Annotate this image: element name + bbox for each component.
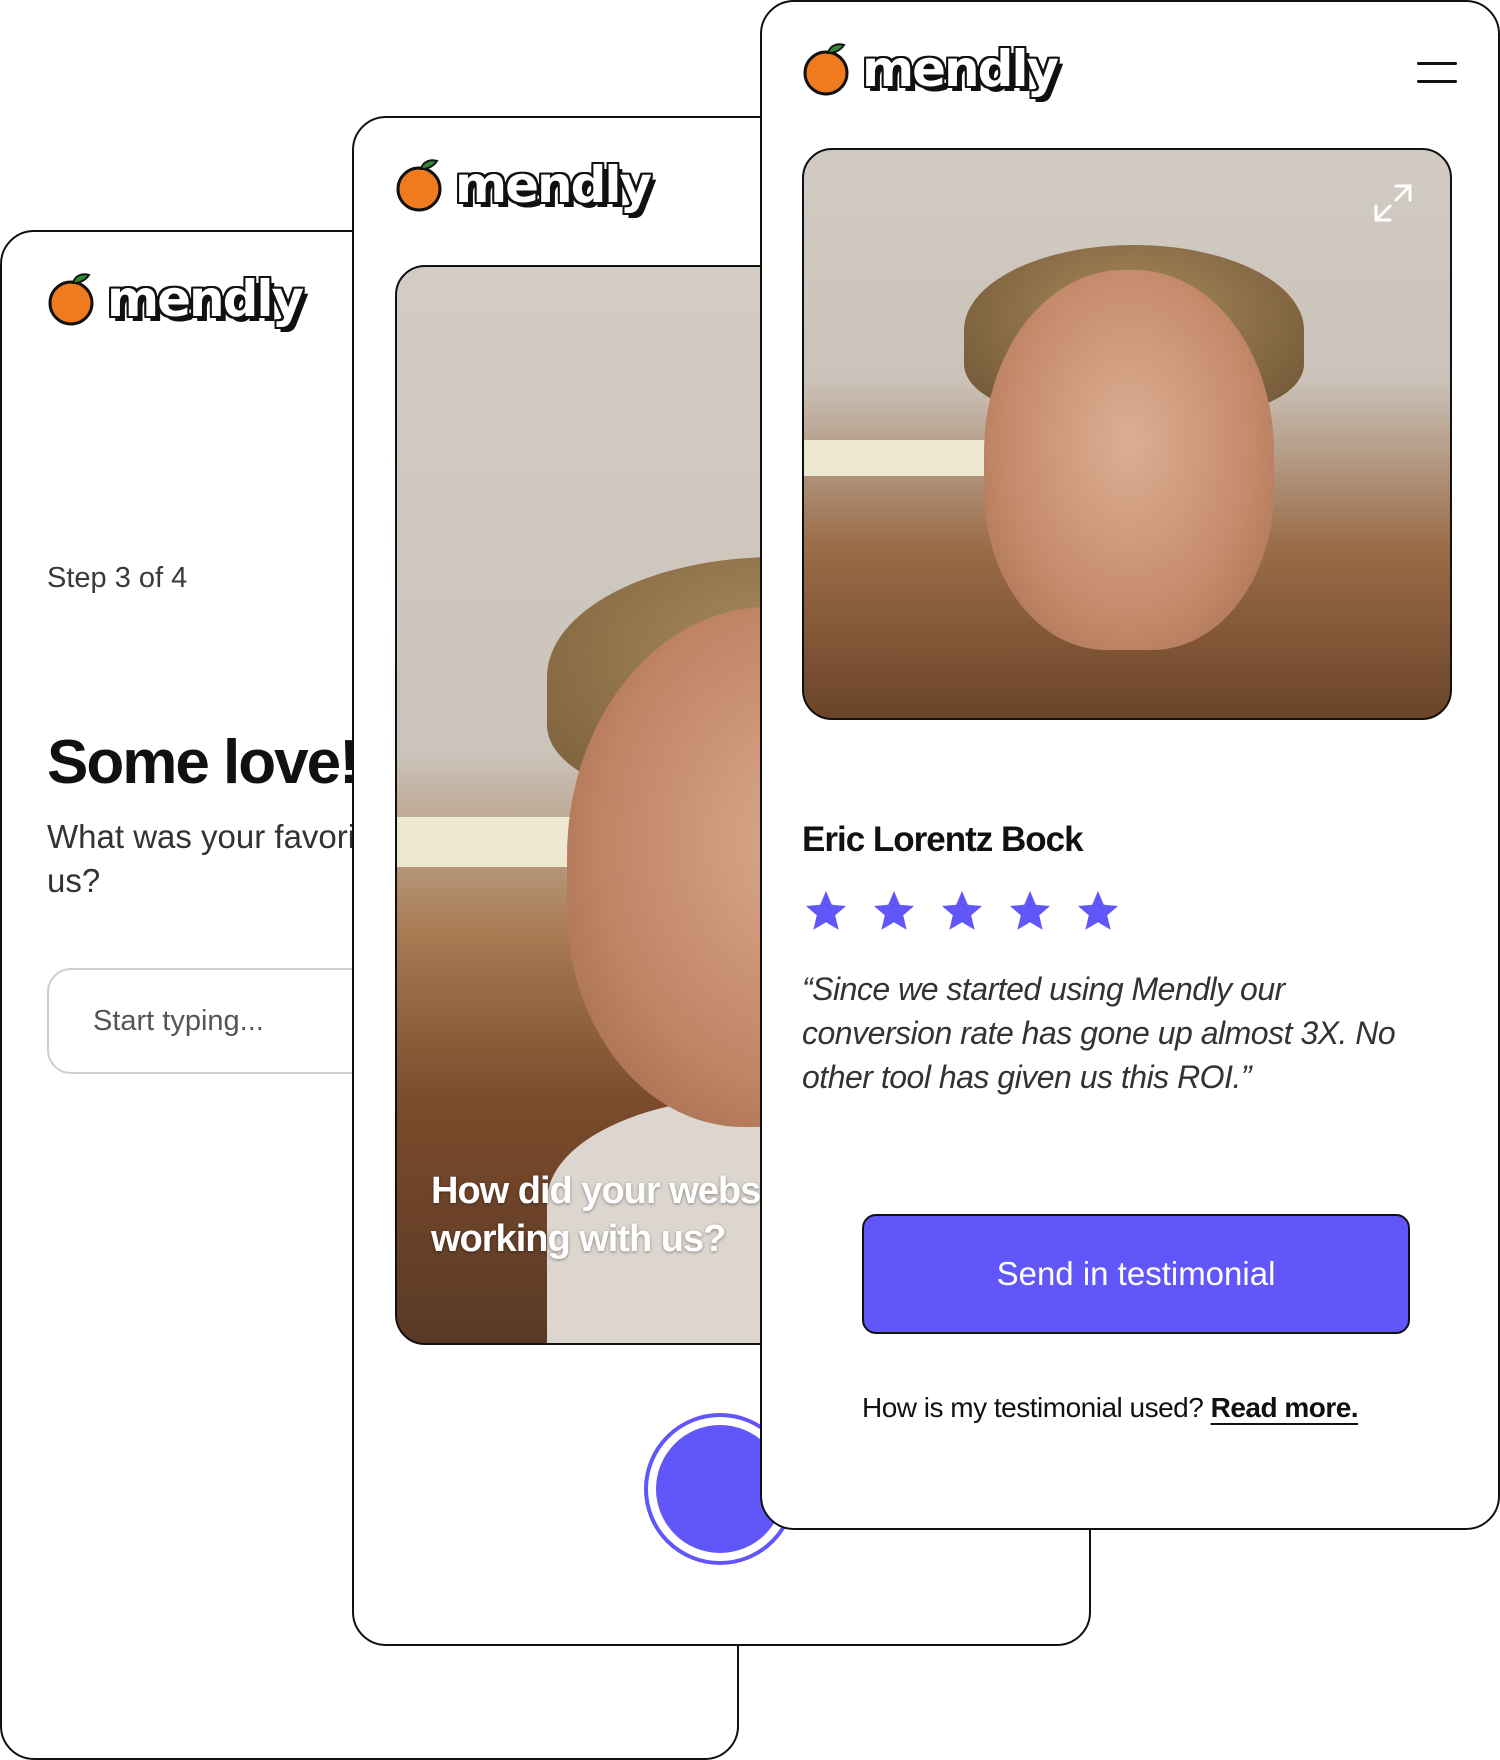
star-icon (874, 891, 914, 930)
usage-note: How is my testimonial used? Read more. (862, 1392, 1422, 1424)
expand-icon[interactable] (1370, 180, 1416, 226)
brand-logo[interactable]: mendly (395, 156, 652, 214)
brand-wordmark: mendly (107, 270, 304, 328)
star-icon (1078, 891, 1118, 930)
page-title: Some love! (47, 728, 360, 797)
brand-logo[interactable]: mendly (47, 270, 304, 328)
star-icon (806, 891, 846, 930)
brand-wordmark: mendly (455, 156, 652, 214)
usage-question: How is my testimonial used? (862, 1392, 1204, 1423)
reviewer-name: Eric Lorentz Bock (802, 820, 1084, 859)
testimonial-quote: “Since we started using Mendly our conve… (802, 971, 1396, 1095)
testimonial-video[interactable] (802, 148, 1452, 720)
star-rating (802, 887, 1122, 935)
hamburger-menu-icon[interactable] (1417, 60, 1457, 86)
showcase-stage: mendly Step 3 of 4 Some love! What was y… (0, 0, 1500, 1760)
person-face (984, 270, 1274, 650)
brand-logo[interactable]: mendly (802, 40, 1059, 98)
star-icon (1010, 891, 1050, 930)
send-testimonial-button[interactable]: Send in testimonial (862, 1214, 1410, 1334)
brand-wordmark: mendly (862, 40, 1059, 98)
orange-logo-icon (803, 43, 849, 96)
ceiling-light (804, 440, 994, 476)
orange-logo-icon (48, 273, 94, 326)
card-review: mendly Eric Lorentz Bock “Since we start… (760, 0, 1500, 1530)
star-icon (942, 891, 982, 930)
orange-logo-icon (396, 159, 442, 212)
step-indicator: Step 3 of 4 (47, 562, 188, 594)
read-more-link[interactable]: Read more. (1211, 1392, 1359, 1423)
